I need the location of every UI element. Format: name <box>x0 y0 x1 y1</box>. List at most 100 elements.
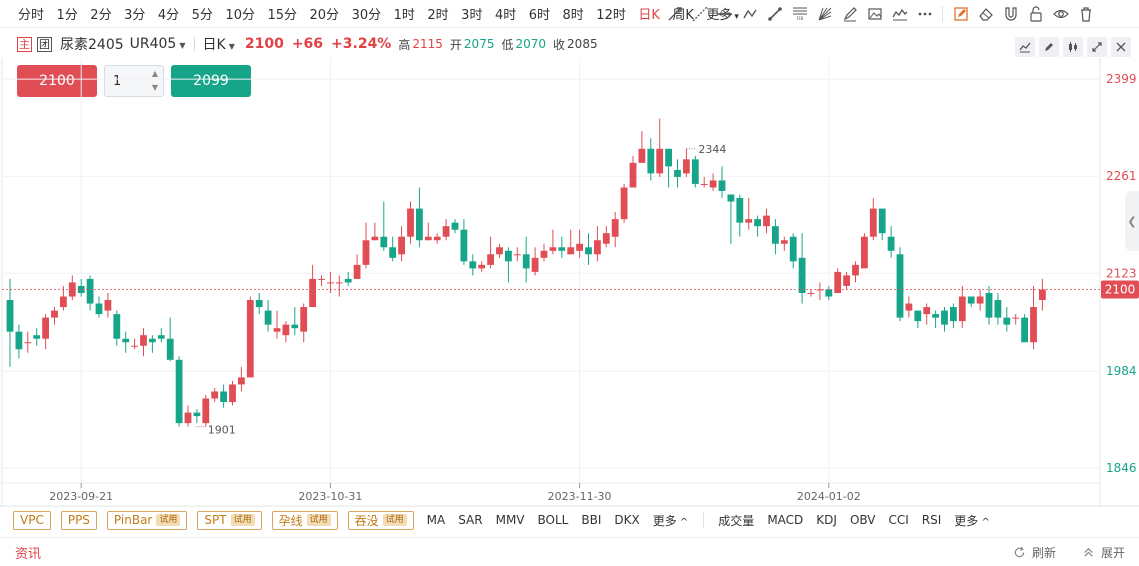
trial-badge: 试用 <box>306 514 331 526</box>
wave-tool[interactable] <box>887 3 912 25</box>
sub-indicator-2[interactable]: KDJ <box>816 513 837 527</box>
period-6[interactable]: 10分 <box>225 4 255 23</box>
period-4[interactable]: 4分 <box>158 4 179 23</box>
candle-body <box>380 236 388 248</box>
extended-line-tool[interactable] <box>687 3 712 25</box>
main-indicator-4[interactable]: BBI <box>581 513 601 527</box>
polyline-tool[interactable] <box>737 3 762 25</box>
period-12[interactable]: 3时 <box>461 4 482 23</box>
gann-fan-tool[interactable] <box>812 3 837 25</box>
candle-body <box>60 296 67 308</box>
eye-tool[interactable] <box>1048 3 1073 25</box>
period-10[interactable]: 1时 <box>394 4 415 23</box>
pattern-tag-1[interactable]: PPS <box>60 510 97 530</box>
period-8[interactable]: 20分 <box>310 4 340 23</box>
main-indicator-6[interactable]: 更多 ^ <box>653 512 689 529</box>
magnet-tool[interactable] <box>998 3 1023 25</box>
ray-line-tool[interactable] <box>662 3 687 25</box>
sub-indicator-6[interactable]: 更多 ^ <box>954 512 990 529</box>
period-5[interactable]: 5分 <box>192 4 213 23</box>
open-value: 2075 <box>463 37 495 51</box>
indicator-label: OBV <box>849 513 876 527</box>
interval-selector[interactable]: 日K ▼ <box>203 34 235 54</box>
more-tools-tool[interactable] <box>912 3 937 25</box>
svg-text:FIB: FIB <box>796 16 803 22</box>
candle-body <box>709 180 717 188</box>
period-14[interactable]: 6时 <box>529 4 550 23</box>
y-tick-label: 2399 <box>1106 72 1137 86</box>
sub-indicator-0[interactable]: 成交量 <box>718 512 754 529</box>
refresh-button[interactable]: 刷新 <box>1013 544 1056 561</box>
period-9[interactable]: 30分 <box>352 4 382 23</box>
candle-body <box>255 300 263 308</box>
sub-indicator-4[interactable]: CCI <box>888 513 908 527</box>
lock-tool[interactable] <box>1023 3 1048 25</box>
period-label: 12时 <box>596 8 626 23</box>
main-indicator-0[interactable]: MA <box>427 513 446 527</box>
x-tick-label: 2023-09-21 <box>49 490 113 503</box>
candle-body <box>86 278 94 304</box>
period-15[interactable]: 8时 <box>563 4 584 23</box>
drawing-mode-tool[interactable] <box>948 3 973 25</box>
candle-body <box>674 169 681 177</box>
candle-body <box>869 208 877 237</box>
main-contract-badge: 主 <box>17 36 32 52</box>
candle-body <box>602 233 610 244</box>
expand-button[interactable]: 展开 <box>1082 544 1125 561</box>
collapse-panel-tab[interactable]: ❮ <box>1125 191 1139 251</box>
brush-tool[interactable] <box>837 3 862 25</box>
news-tab[interactable]: 资讯 <box>15 543 41 562</box>
period-label: 30分 <box>351 8 382 23</box>
period-1[interactable]: 1分 <box>57 4 78 23</box>
candlestick-icon <box>1069 42 1077 52</box>
period-13[interactable]: 4时 <box>495 4 516 23</box>
period-7[interactable]: 15分 <box>267 4 297 23</box>
period-17[interactable]: 日K <box>638 4 660 23</box>
candlestick-chart[interactable]: 2399 2261 2123 1984 1846 2023-09-21 2023-10-31… <box>0 58 1139 507</box>
sub-indicator-3[interactable]: OBV <box>850 513 876 527</box>
candle-body <box>994 300 1002 318</box>
fibonacci-tool[interactable]: FIB <box>787 3 812 25</box>
period-16[interactable]: 12时 <box>596 4 626 23</box>
candle-body <box>33 335 41 339</box>
candle-body <box>442 226 450 237</box>
sub-indicator-5[interactable]: RSI <box>922 513 942 527</box>
fullscreen-button[interactable] <box>1087 37 1107 57</box>
last-price: 2100 <box>244 36 284 52</box>
chart-settings-tools <box>1011 37 1131 57</box>
close-chart-button[interactable] <box>1111 37 1131 57</box>
candle-body <box>451 222 459 230</box>
pattern-tag-3[interactable]: SPT 试用 <box>197 510 262 530</box>
main-indicator-2[interactable]: MMV <box>496 513 525 527</box>
draw-pen-button[interactable] <box>1039 37 1059 57</box>
indicator-settings-button[interactable] <box>1015 37 1035 57</box>
candle-body <box>149 338 156 343</box>
period-label: 3分 <box>124 8 146 23</box>
symbol-code-selector[interactable]: UR405 ▼ <box>130 36 186 52</box>
candle-style-button[interactable] <box>1063 37 1083 57</box>
main-indicator-5[interactable]: DKX <box>614 513 639 527</box>
trial-badge: 试用 <box>382 514 407 526</box>
period-11[interactable]: 2时 <box>427 4 448 23</box>
pattern-tag-5[interactable]: 吞没 试用 <box>347 510 414 530</box>
eraser-tool[interactable] <box>973 3 998 25</box>
main-indicator-1[interactable]: SAR <box>458 513 482 527</box>
price-change: +66 <box>291 36 324 52</box>
period-2[interactable]: 2分 <box>90 4 111 23</box>
image-tool[interactable] <box>862 3 887 25</box>
period-3[interactable]: 3分 <box>124 4 145 23</box>
chevron-up-icon: ^ <box>978 516 990 528</box>
trash-tool[interactable] <box>1073 3 1098 25</box>
segment-tool[interactable] <box>762 3 787 25</box>
period-label: 10分 <box>225 8 255 23</box>
pattern-tag-4[interactable]: 孕线 试用 <box>271 510 338 530</box>
pattern-tag-label: PPS <box>67 513 90 527</box>
pattern-tag-0[interactable]: VPC <box>13 510 51 530</box>
period-0[interactable]: 分时 <box>18 4 44 23</box>
sub-indicator-1[interactable]: MACD <box>767 513 803 527</box>
pattern-tag-2[interactable]: PinBar 试用 <box>106 510 188 530</box>
indicator-label: DKX <box>614 513 640 527</box>
main-indicator-3[interactable]: BOLL <box>538 513 569 527</box>
candle-body <box>184 412 192 424</box>
horizontal-line-tool[interactable] <box>712 3 737 25</box>
